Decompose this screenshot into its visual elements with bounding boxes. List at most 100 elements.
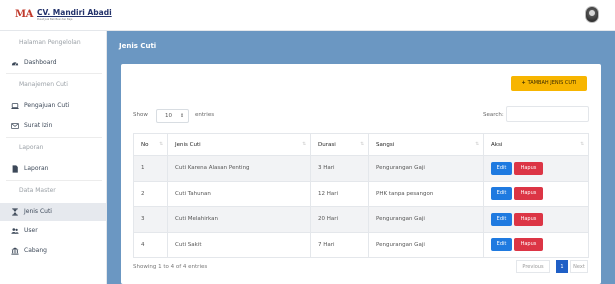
cell-jenis-cuti: Cuti Karena Alasan Penting xyxy=(167,155,311,182)
sidebar-item-label: Surat Izin xyxy=(24,122,53,129)
table-row: 2 Cuti Tahunan 12 Hari PHK tanpa pesango… xyxy=(133,180,589,207)
sidebar: Halaman Pengelolan Dashboard Manajemen C… xyxy=(0,31,107,284)
jenis-cuti-table: No ⇅ Jenis Cuti ⇅ Durasi ⇅ Sangsi ⇅ Aksi ⇅ 1 … xyxy=(133,133,589,258)
sidebar-heading-manajemen: Manajemen Cuti xyxy=(19,81,68,88)
hourglass-icon xyxy=(12,208,18,216)
cell-jenis-cuti: Cuti Sakit xyxy=(167,231,311,258)
top-navbar: MA CV. Mandiri Abadi Pusat Jual Beli Bes… xyxy=(0,0,615,31)
sort-icon: ⇅ xyxy=(360,142,364,147)
table-row: 3 Cuti Melahirkan 20 Hari Pengurangan Ga… xyxy=(133,206,589,233)
sidebar-item-label: Cabang xyxy=(24,247,47,254)
cell-durasi: 12 Hari xyxy=(310,180,369,207)
entries-label: entries xyxy=(195,112,215,118)
column-header-jenis-cuti[interactable]: Jenis Cuti ⇅ xyxy=(167,133,311,156)
entries-select-value: 10 xyxy=(165,113,172,119)
laptop-icon xyxy=(11,103,19,109)
cell-sangsi: Pengurangan Gaji xyxy=(368,231,484,258)
column-header-label: Jenis Cuti xyxy=(175,141,201,148)
cell-no: 2 xyxy=(133,180,168,207)
column-header-sangsi[interactable]: Sangsi ⇅ xyxy=(368,133,484,156)
bank-icon xyxy=(11,247,19,255)
content-card: + TAMBAH JENIS CUTI Show 10 ⇕ entries Sea… xyxy=(121,64,601,284)
cell-no: 3 xyxy=(133,206,168,233)
sidebar-heading-laporan: Laporan xyxy=(19,144,44,151)
dashboard-icon xyxy=(11,62,19,66)
plus-icon: + xyxy=(521,80,526,86)
search-input[interactable] xyxy=(506,106,589,122)
sort-icon: ⇅ xyxy=(302,142,306,147)
column-header-label: No xyxy=(141,141,149,148)
cell-no: 4 xyxy=(133,231,168,258)
previous-page-button[interactable]: Previous xyxy=(516,260,550,273)
delete-button[interactable]: Hapus xyxy=(514,238,543,252)
cell-jenis-cuti: Cuti Melahirkan xyxy=(167,206,311,233)
users-icon xyxy=(11,228,19,234)
sidebar-item-label: User xyxy=(24,227,38,234)
main-content: Jenis Cuti + TAMBAH JENIS CUTI Show 10 ⇕ … xyxy=(107,31,615,284)
table-row: 1 Cuti Karena Alasan Penting 3 Hari Peng… xyxy=(133,155,589,182)
next-page-button[interactable]: Next xyxy=(570,260,588,273)
sidebar-item-user[interactable]: User xyxy=(0,222,106,240)
envelope-icon xyxy=(11,123,19,129)
entries-select[interactable]: 10 ⇕ xyxy=(156,109,189,123)
cell-sangsi: Pengurangan Gaji xyxy=(368,155,484,182)
page-title: Jenis Cuti xyxy=(119,42,157,50)
search-label: Search: xyxy=(483,112,504,118)
sidebar-divider xyxy=(6,73,102,74)
edit-button[interactable]: Edit xyxy=(491,238,512,252)
delete-button[interactable]: Hapus xyxy=(514,212,543,226)
sidebar-item-laporan[interactable]: Laporan xyxy=(0,160,106,178)
sidebar-item-surat-izin[interactable]: Surat Izin xyxy=(0,117,106,135)
delete-button[interactable]: Hapus xyxy=(514,161,543,175)
sidebar-item-pengajuan-cuti[interactable]: Pengajuan Cuti xyxy=(0,97,106,115)
cell-durasi: 3 Hari xyxy=(310,155,369,182)
chevron-updown-icon: ⇕ xyxy=(180,113,185,119)
cell-aksi: Edit Hapus xyxy=(483,180,589,207)
brand-tagline: Pusat Jual Beli Besi dan Baja xyxy=(37,18,73,21)
cell-sangsi: Pengurangan Gaji xyxy=(368,206,484,233)
cell-durasi: 7 Hari xyxy=(310,231,369,258)
sidebar-item-label: Pengajuan Cuti xyxy=(24,102,70,109)
cell-no: 1 xyxy=(133,155,168,182)
cell-aksi: Edit Hapus xyxy=(483,231,589,258)
brand-logo[interactable]: MA CV. Mandiri Abadi Pusat Jual Beli Bes… xyxy=(15,5,125,25)
column-header-aksi[interactable]: Aksi ⇅ xyxy=(483,133,589,156)
column-header-durasi[interactable]: Durasi ⇅ xyxy=(310,133,369,156)
sidebar-heading-data-master: Data Master xyxy=(19,187,56,194)
sidebar-item-cabang[interactable]: Cabang xyxy=(0,242,106,260)
add-jenis-cuti-button[interactable]: + TAMBAH JENIS CUTI xyxy=(511,76,587,91)
user-avatar[interactable] xyxy=(585,6,599,23)
sidebar-item-label: Laporan xyxy=(24,165,49,172)
column-header-label: Durasi xyxy=(318,141,336,148)
cell-jenis-cuti: Cuti Tahunan xyxy=(167,180,311,207)
edit-button[interactable]: Edit xyxy=(491,212,512,226)
edit-button[interactable]: Edit xyxy=(491,161,512,175)
show-label: Show xyxy=(133,112,148,118)
sidebar-divider xyxy=(6,137,102,138)
add-button-label: TAMBAH JENIS CUTI xyxy=(527,80,577,86)
brand-name: CV. Mandiri Abadi xyxy=(37,8,112,17)
table-row: 4 Cuti Sakit 7 Hari Pengurangan Gaji Edi… xyxy=(133,231,589,258)
brand-mark: MA xyxy=(15,9,33,20)
sidebar-divider xyxy=(6,180,102,181)
sidebar-item-label: Dashboard xyxy=(24,59,57,66)
sidebar-item-jenis-cuti[interactable]: Jenis Cuti xyxy=(0,203,106,221)
sort-icon: ⇅ xyxy=(580,142,584,147)
page-button-1[interactable]: 1 xyxy=(556,260,568,273)
sort-icon: ⇅ xyxy=(159,142,163,147)
sidebar-item-label: Jenis Cuti xyxy=(24,208,52,215)
column-header-label: Sangsi xyxy=(376,141,395,148)
column-header-no[interactable]: No ⇅ xyxy=(133,133,168,156)
cell-aksi: Edit Hapus xyxy=(483,155,589,182)
delete-button[interactable]: Hapus xyxy=(514,187,543,201)
file-icon xyxy=(12,165,18,173)
table-info: Showing 1 to 4 of 4 entries xyxy=(133,264,208,270)
table-header-row: No ⇅ Jenis Cuti ⇅ Durasi ⇅ Sangsi ⇅ Aksi ⇅ xyxy=(133,133,589,156)
cell-aksi: Edit Hapus xyxy=(483,206,589,233)
cell-durasi: 20 Hari xyxy=(310,206,369,233)
sidebar-item-dashboard[interactable]: Dashboard xyxy=(0,54,106,72)
sidebar-heading-halaman: Halaman Pengelolan xyxy=(19,39,81,46)
cell-sangsi: PHK tanpa pesangon xyxy=(368,180,484,207)
column-header-label: Aksi xyxy=(491,141,503,148)
edit-button[interactable]: Edit xyxy=(491,187,512,201)
